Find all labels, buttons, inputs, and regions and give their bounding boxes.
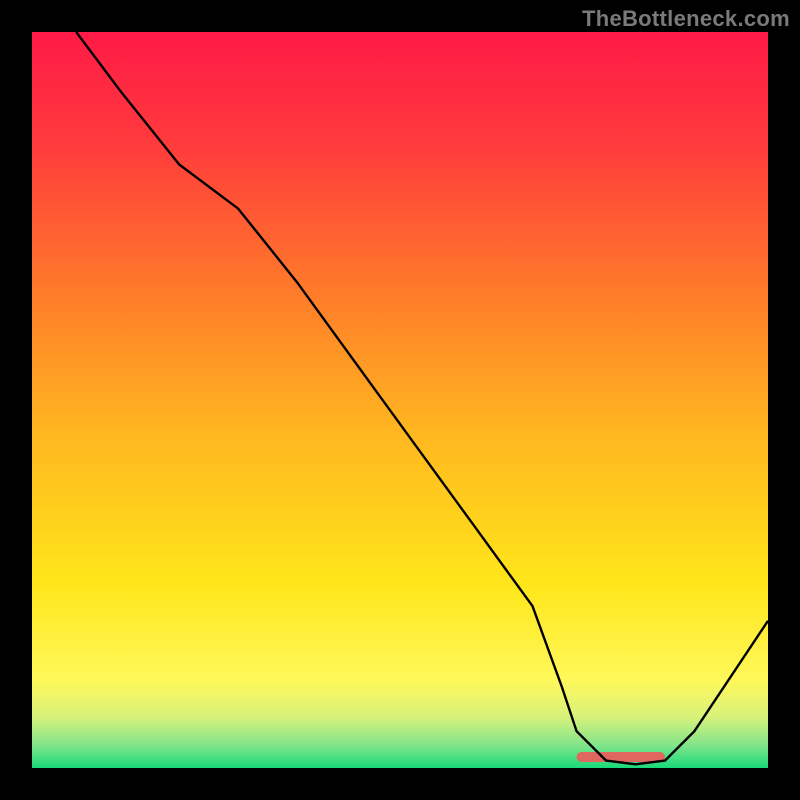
watermark-text: TheBottleneck.com	[582, 6, 790, 32]
optimal-band	[577, 752, 665, 762]
bottleneck-chart	[0, 0, 800, 800]
plot-background	[32, 32, 768, 768]
